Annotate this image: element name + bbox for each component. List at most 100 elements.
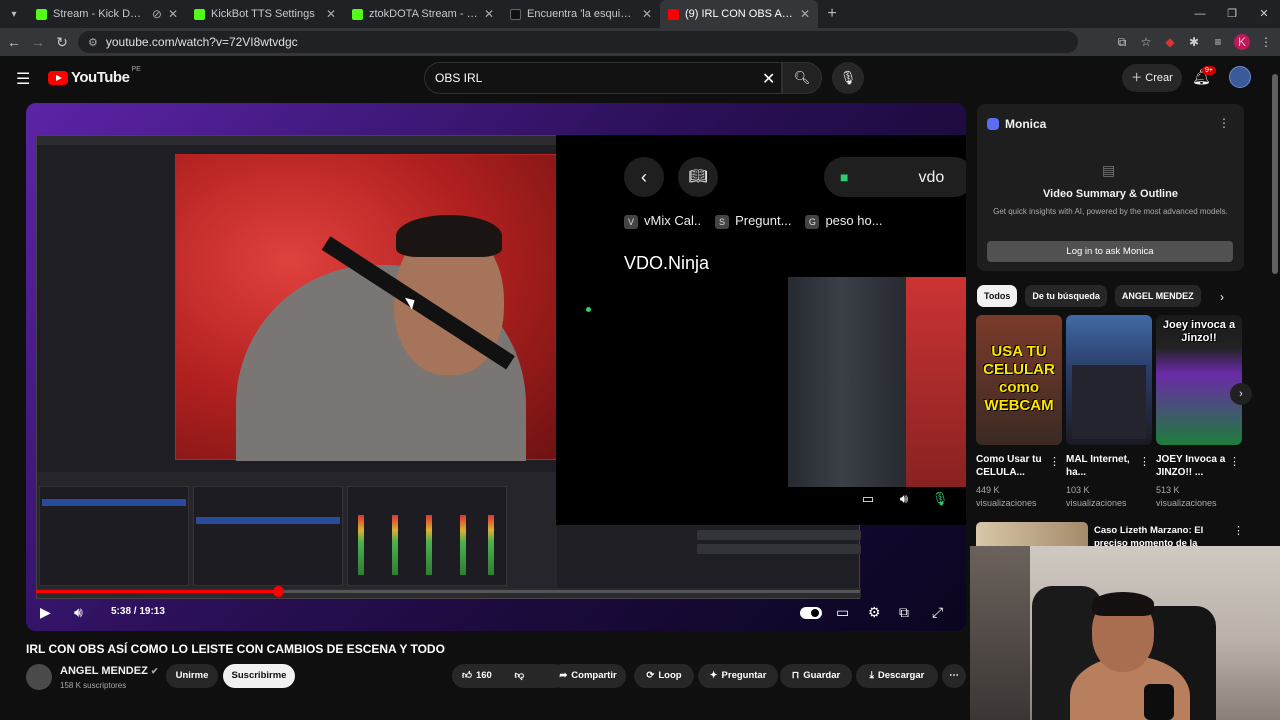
extension-icons: ⧉ ☆ ◆ ✱ ≡ K ⋮ [1114, 28, 1274, 56]
create-button[interactable]: ＋ Crear [1122, 64, 1182, 92]
bookmark-icon: ⊓ [791, 670, 800, 681]
share-button[interactable]: ➦ Compartir [550, 664, 626, 688]
browser-tab-ztokdota[interactable]: ztokDOTA Stream - Watch Live ✕ [344, 0, 502, 28]
profile-avatar[interactable]: K [1234, 34, 1250, 50]
browser-tab-youtube[interactable]: (9) IRL CON OBS ASÍ COMO LO ✕ [660, 0, 818, 28]
youtube-play-icon [48, 70, 68, 85]
short-menu-icon[interactable]: ⋮ [1139, 455, 1150, 468]
settings-gear-icon[interactable]: ⚙ [868, 604, 881, 621]
tab-title: KickBot TTS Settings [211, 8, 315, 20]
ask-button[interactable]: ✦ Preguntar [698, 664, 778, 688]
obs-audio-mixer [347, 486, 507, 586]
close-window-icon[interactable]: ✕ [1248, 0, 1280, 28]
loop-button[interactable]: ⟳ Loop [634, 664, 694, 688]
close-tab-icon[interactable]: ✕ [642, 7, 652, 21]
youtube-logo[interactable]: YouTube PE [48, 66, 141, 86]
search-icon: 🔍︎ [793, 70, 811, 85]
short-item[interactable]: USA TU CELULAR como WEBCAM Como Usar tu … [976, 315, 1062, 510]
close-tab-icon[interactable]: ✕ [484, 7, 494, 21]
short-views: 513 K visualizaciones [1156, 485, 1217, 508]
progress-scrubber[interactable] [273, 586, 285, 597]
channel-name[interactable]: ANGEL MENDEZ ✔ [60, 665, 158, 677]
short-item[interactable]: MAL Internet, ha... 103 K visualizacione… [1066, 315, 1152, 510]
tab-title: (9) IRL CON OBS ASÍ COMO LO [685, 8, 794, 20]
download-button[interactable]: ⤓ Descargar [856, 664, 938, 688]
play-icon[interactable]: ▶ [40, 604, 51, 621]
webcam-person-hair [1092, 592, 1154, 616]
like-dislike-group: 👍︎ 160 👎︎ [452, 664, 566, 688]
chips-next-icon[interactable]: › [1220, 290, 1224, 304]
back-icon[interactable]: ← [2, 34, 26, 50]
search-button[interactable]: 🔍︎ [782, 62, 822, 94]
obs-sources-dock [193, 486, 343, 586]
status-dot [586, 307, 591, 312]
monica-login-button[interactable]: Log in to ask Monica [987, 241, 1233, 262]
forward-icon[interactable]: → [26, 34, 50, 50]
reload-icon[interactable]: ↻ [50, 34, 74, 51]
short-menu-icon[interactable]: ⋮ [1049, 455, 1060, 468]
browser-tab-kickbot[interactable]: KickBot TTS Settings ✕ [186, 0, 344, 28]
recommended-thumbnail [976, 522, 1088, 546]
miniplayer-icon[interactable]: ⧉ [899, 604, 909, 621]
restore-icon[interactable]: ❐ [1216, 0, 1248, 28]
bookmark-star-icon[interactable]: ☆ [1138, 35, 1154, 49]
channel-avatar[interactable] [26, 664, 52, 690]
tab-search-icon[interactable]: ▾ [0, 0, 28, 28]
extensions-puzzle-icon[interactable]: ✱ [1186, 35, 1202, 49]
video-player[interactable]: ‹ 📖︎ ■ vdo VvMix Cal.. S Pregunt... Gpeso … [26, 103, 966, 631]
short-item[interactable]: Joey invoca a Jinzo!! JOEY Invoca a JINZ… [1156, 315, 1242, 510]
short-title: JOEY Invoca a JINZO!! ... [1156, 454, 1226, 478]
browser-menu-icon[interactable]: ⋮ [1258, 35, 1274, 49]
voice-search-button[interactable]: 🎙︎ [832, 62, 864, 94]
install-app-icon[interactable]: ⧉ [1114, 35, 1130, 50]
browser-tab-tiktok[interactable]: Encuentra 'la esquina azul' en T ✕ [502, 0, 660, 28]
recommended-menu-icon[interactable]: ⋮ [1233, 524, 1244, 537]
vdo-pill: ■ vdo [824, 157, 966, 197]
bookmark-v-icon: V [624, 215, 638, 229]
url-field[interactable]: ⚙ youtube.com/watch?v=72VI8wtvdgc [78, 31, 1078, 53]
dislike-icon[interactable]: 👎︎ [514, 670, 524, 681]
browser-tab-kick-dashboard[interactable]: Stream - Kick Dashboard ⊘ ✕ [28, 0, 186, 28]
download-icon: ⤓ [869, 670, 874, 681]
chip-all[interactable]: Todos [977, 285, 1018, 307]
create-label: Crear [1145, 72, 1173, 84]
close-tab-icon[interactable]: ✕ [168, 7, 178, 21]
join-button[interactable]: Unirme [166, 664, 218, 688]
more-actions-button[interactable]: ⋯ [942, 664, 966, 688]
page-scrollbar[interactable] [1270, 56, 1280, 546]
window-controls: — ❐ ✕ [1184, 0, 1280, 28]
save-button[interactable]: ⊓ Guardar [780, 664, 852, 688]
short-menu-icon[interactable]: ⋮ [1229, 455, 1240, 468]
autoplay-toggle[interactable] [800, 607, 822, 619]
reading-list-icon[interactable]: ≡ [1210, 35, 1226, 49]
vdo-ninja-window: ‹ 📖︎ ■ vdo VvMix Cal.. S Pregunt... Gpeso … [556, 135, 966, 525]
clear-search-icon[interactable]: ✕ [762, 69, 775, 89]
new-tab-button[interactable]: + [818, 5, 846, 23]
channel-row: ANGEL MENDEZ ✔ 158 K suscriptores Unirme… [26, 664, 966, 692]
shorts-next-icon[interactable]: › [1230, 383, 1252, 405]
fullscreen-icon[interactable]: ⤢ [932, 604, 943, 621]
recommended-video[interactable]: Caso Lizeth Marzano: El preciso momento … [976, 522, 1246, 562]
subtitles-icon[interactable]: ▭ [836, 604, 849, 621]
chip-channel[interactable]: ANGEL MENDEZ [1114, 285, 1201, 307]
extension-icon[interactable]: ◆ [1162, 35, 1178, 49]
address-bar-row: ← → ↻ ⚙ youtube.com/watch?v=72VI8wtvdgc … [0, 28, 1280, 56]
close-tab-icon[interactable]: ✕ [326, 7, 336, 21]
volume-icon[interactable]: 🔊︎ [74, 604, 83, 621]
hamburger-menu-icon[interactable]: ☰ [16, 69, 30, 89]
search-input[interactable]: OBS IRL [424, 62, 782, 94]
chip-from-search[interactable]: De tu búsqueda [1025, 285, 1107, 307]
monica-menu-icon[interactable]: ⋮ [1218, 116, 1230, 130]
mute-tab-icon[interactable]: ⊘ [152, 7, 162, 21]
minimize-icon[interactable]: — [1184, 0, 1216, 28]
speaker-icon: 🔊︎ [899, 491, 909, 506]
like-button[interactable]: 👍︎ 160 [462, 670, 492, 681]
site-info-icon[interactable]: ⚙ [88, 36, 98, 49]
close-tab-icon[interactable]: ✕ [800, 7, 810, 21]
monica-panel: Monica ⋮ ▤ Video Summary & Outline Get q… [977, 104, 1244, 271]
subscribe-button[interactable]: Suscribirme [223, 664, 295, 688]
user-avatar[interactable] [1229, 66, 1251, 88]
short-thumbnail: Joey invoca a Jinzo!! [1156, 315, 1242, 445]
progress-bar[interactable] [36, 586, 860, 597]
scrollbar-thumb[interactable] [1272, 74, 1278, 274]
